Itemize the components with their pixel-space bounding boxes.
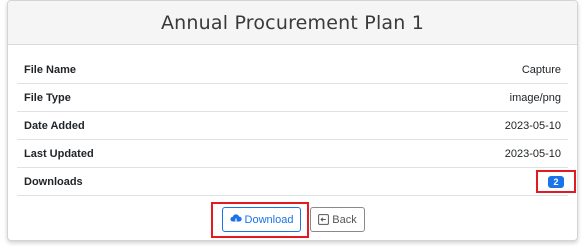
detail-value: Capture [521, 63, 561, 76]
arrow-left-box-icon [318, 214, 330, 225]
detail-label: File Name [24, 63, 76, 76]
file-details-card: Annual Procurement Plan 1 File Name Capt… [7, 0, 578, 241]
detail-label: File Type [24, 91, 71, 104]
details-table: File Name Capture File Type image/png Da… [17, 56, 576, 196]
back-button-label: Back [332, 213, 357, 226]
downloads-count-badge: 2 [548, 175, 564, 188]
detail-row-file-type: File Type image/png [17, 84, 568, 112]
detail-value: image/png [509, 91, 561, 104]
page-title: Annual Procurement Plan 1 [160, 11, 425, 34]
download-button[interactable]: Download [222, 207, 301, 232]
card-header: Annual Procurement Plan 1 [8, 1, 577, 45]
detail-label: Last Updated [24, 147, 94, 160]
detail-value: 2023-05-10 [504, 119, 561, 132]
detail-row-file-name: File Name Capture [17, 56, 568, 84]
detail-value: 2023-05-10 [504, 147, 561, 160]
detail-row-downloads: Downloads 2 [17, 168, 576, 196]
detail-row-date-added: Date Added 2023-05-10 [17, 112, 568, 140]
cloud-download-icon [229, 214, 242, 225]
downloads-badge-highlight: 2 [536, 170, 576, 193]
back-button[interactable]: Back [310, 207, 365, 232]
detail-label: Downloads [24, 175, 83, 188]
detail-row-last-updated: Last Updated 2023-05-10 [17, 140, 568, 168]
download-button-label: Download [244, 213, 294, 226]
detail-label: Date Added [24, 119, 85, 132]
